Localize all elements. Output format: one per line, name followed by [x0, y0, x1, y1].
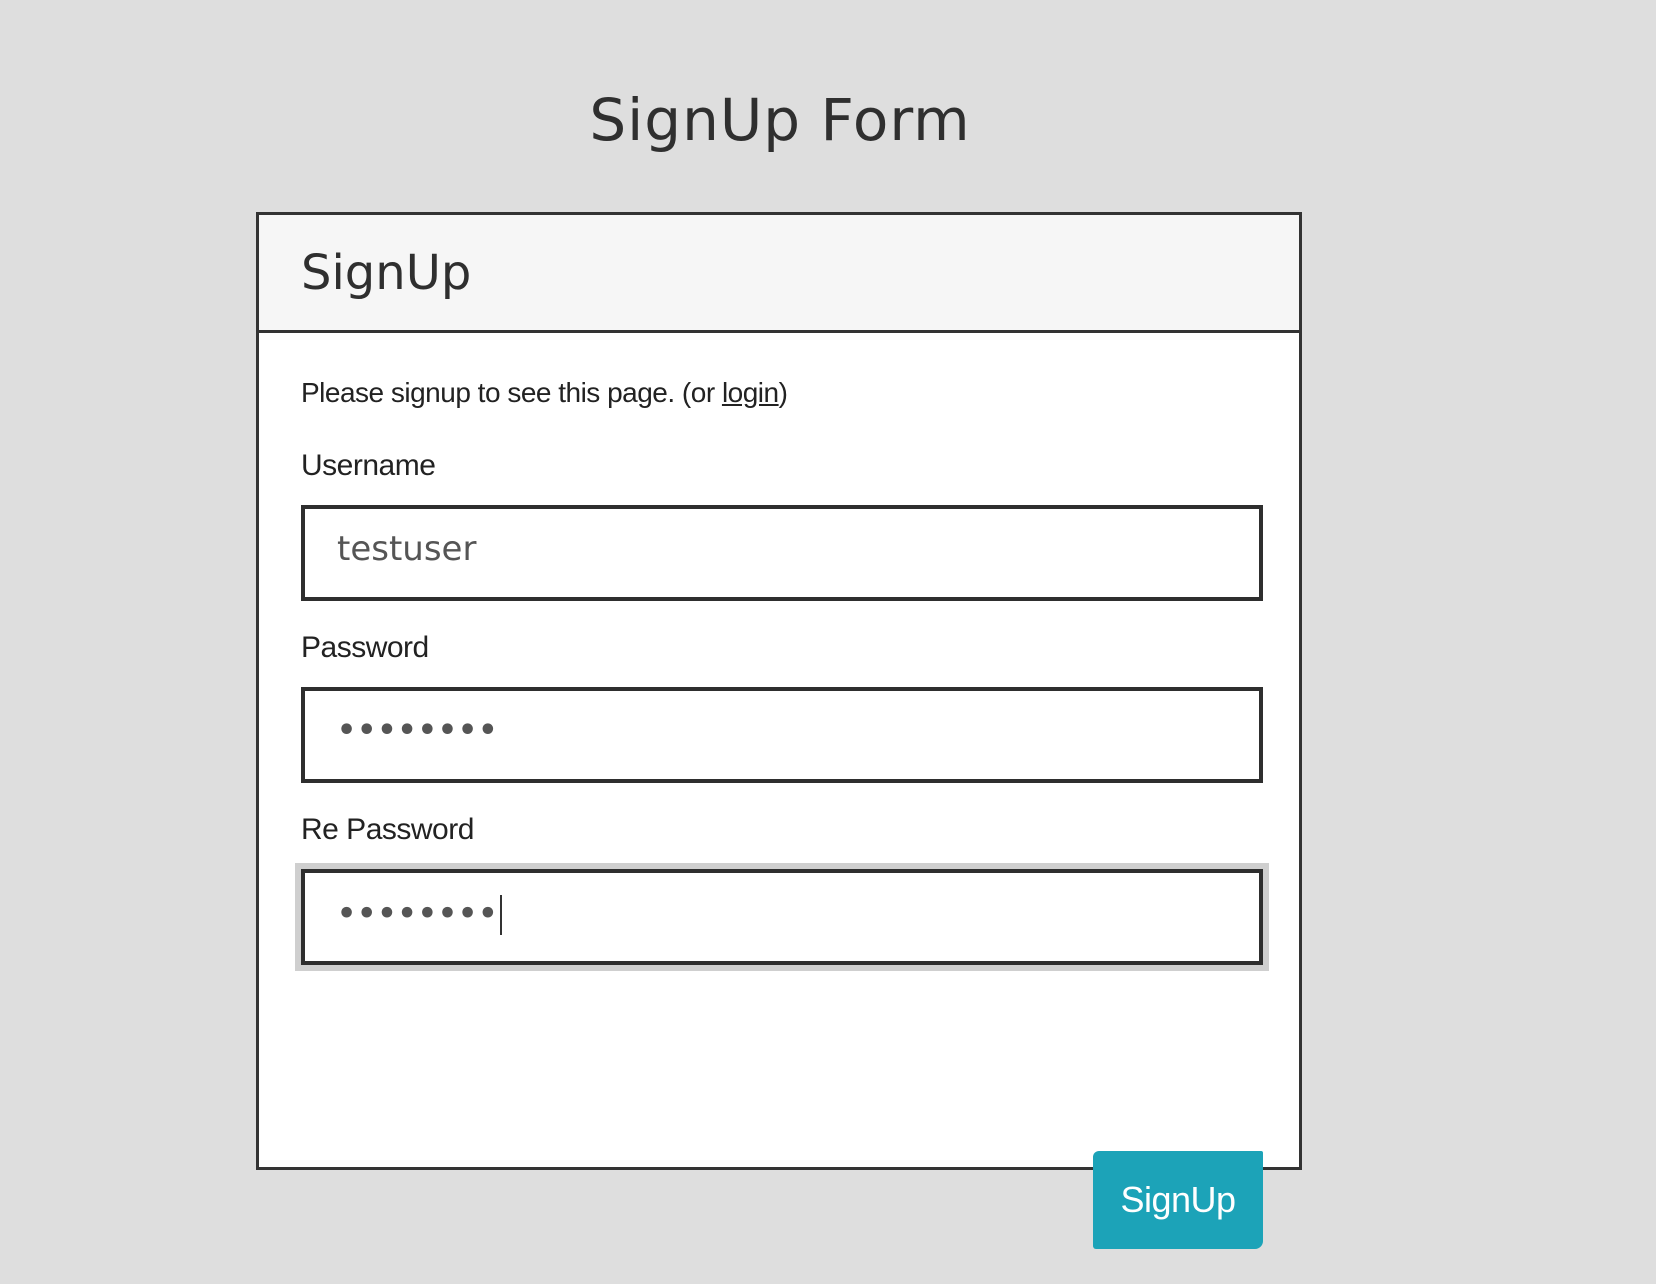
re-password-dots: ••••••••	[337, 896, 499, 932]
intro-text: Please signup to see this page. (or logi…	[301, 377, 788, 409]
intro-text-suffix: )	[778, 377, 788, 408]
text-caret	[500, 895, 503, 935]
password-label: Password	[301, 631, 429, 664]
username-value: testuser	[337, 529, 477, 569]
panel-heading: SignUp	[301, 245, 472, 301]
page-title: SignUp Form	[589, 86, 971, 154]
intro-text-lead: Please signup to see this page. (or	[301, 377, 722, 408]
re-password-value: ••••••••	[337, 895, 503, 935]
username-input[interactable]: testuser	[301, 505, 1263, 601]
re-password-label: Re Password	[301, 813, 474, 846]
password-input[interactable]: ••••••••	[301, 687, 1263, 783]
signup-button[interactable]: SignUp	[1093, 1151, 1263, 1249]
password-value: ••••••••	[337, 713, 499, 748]
signup-panel: SignUp Please signup to see this page. (…	[256, 212, 1302, 1249]
username-label: Username	[301, 449, 436, 482]
re-password-input[interactable]: ••••••••	[295, 863, 1269, 971]
panel-header: SignUp	[259, 215, 1299, 333]
login-link[interactable]: login	[722, 377, 779, 408]
